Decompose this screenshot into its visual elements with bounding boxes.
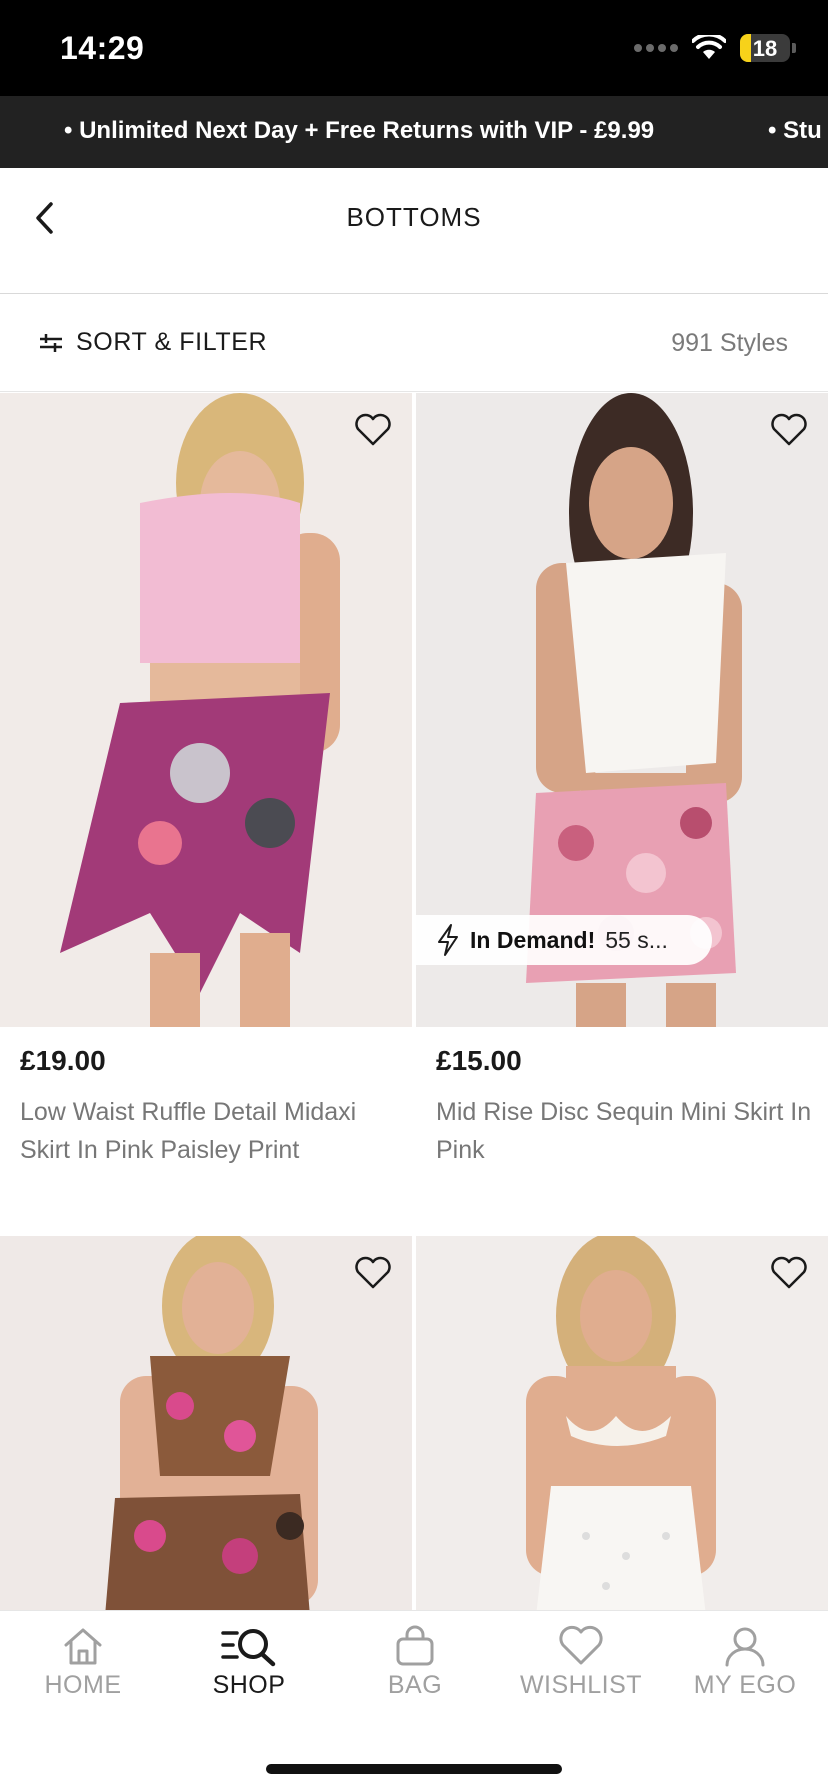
product-card[interactable] bbox=[0, 1236, 412, 1616]
product-card[interactable]: £19.00 Low Waist Ruffle Detail Midaxi Sk… bbox=[0, 393, 412, 1164]
tab-label: HOME bbox=[44, 1671, 122, 1699]
bag-icon bbox=[396, 1625, 434, 1666]
styles-count: 991 Styles bbox=[671, 329, 788, 357]
product-image[interactable] bbox=[0, 1236, 412, 1616]
tab-label: MY EGO bbox=[693, 1671, 797, 1699]
battery-icon: 18 bbox=[740, 34, 790, 62]
battery-level: 18 bbox=[752, 36, 778, 61]
home-indicator[interactable] bbox=[266, 1764, 562, 1774]
sort-filter-button[interactable]: SORT & FILTER bbox=[38, 328, 267, 357]
product-photo bbox=[0, 1236, 412, 1616]
lightning-icon bbox=[438, 924, 458, 956]
promo-message: • Unlimited Next Day + Free Returns with… bbox=[64, 117, 655, 144]
page-header: BOTTOMS bbox=[0, 168, 828, 294]
sliders-icon bbox=[40, 333, 62, 352]
sort-filter-bar: SORT & FILTER 991 Styles bbox=[0, 294, 828, 392]
tab-label: SHOP bbox=[212, 1671, 286, 1699]
tab-label: BAG bbox=[387, 1671, 443, 1699]
wishlist-button[interactable] bbox=[768, 409, 810, 451]
wifi-icon bbox=[692, 35, 726, 59]
product-card[interactable]: In Demand! 55 s... £15.00 Mid Rise Disc … bbox=[416, 393, 828, 1164]
product-image[interactable] bbox=[416, 1236, 828, 1616]
tab-my-ego[interactable]: MY EGO bbox=[662, 1625, 828, 1700]
search-icon bbox=[221, 1629, 276, 1667]
product-card[interactable] bbox=[416, 1236, 828, 1616]
badge-detail: 55 s... bbox=[605, 926, 668, 953]
wishlist-button[interactable] bbox=[352, 1252, 394, 1294]
product-image[interactable]: In Demand! 55 s... bbox=[416, 393, 828, 1027]
home-icon bbox=[64, 1628, 102, 1665]
tab-label: WISHLIST bbox=[519, 1671, 643, 1699]
wishlist-button[interactable] bbox=[768, 1252, 810, 1294]
product-name[interactable]: Low Waist Ruffle Detail Midaxi Skirt In … bbox=[20, 1093, 400, 1169]
wishlist-button[interactable] bbox=[352, 409, 394, 451]
status-indicators: 18 bbox=[634, 34, 796, 62]
tab-bag[interactable]: BAG bbox=[332, 1625, 498, 1700]
product-photo bbox=[0, 393, 412, 1027]
promo-banner[interactable]: • Unlimited Next Day + Free Returns with… bbox=[0, 96, 828, 168]
in-demand-badge: In Demand! 55 s... bbox=[416, 915, 712, 965]
heart-icon bbox=[559, 1625, 603, 1665]
heart-icon bbox=[355, 1256, 391, 1289]
product-image[interactable] bbox=[0, 393, 412, 1027]
product-price: £19.00 bbox=[20, 1045, 106, 1076]
tab-shop[interactable]: SHOP bbox=[166, 1625, 332, 1700]
signal-icon bbox=[634, 44, 678, 52]
page-title: BOTTOMS bbox=[346, 202, 482, 232]
status-time: 14:29 bbox=[60, 30, 145, 66]
heart-icon bbox=[355, 413, 391, 446]
tab-home[interactable]: HOME bbox=[0, 1625, 166, 1700]
heart-icon bbox=[771, 413, 807, 446]
status-bar: 14:29 18 bbox=[0, 0, 828, 96]
heart-icon bbox=[771, 1256, 807, 1289]
user-icon bbox=[725, 1627, 765, 1667]
product-price: £15.00 bbox=[436, 1045, 522, 1076]
product-name[interactable]: Mid Rise Disc Sequin Mini Skirt In Pink bbox=[436, 1093, 816, 1169]
tab-wishlist[interactable]: WISHLIST bbox=[498, 1625, 664, 1700]
badge-title: In Demand! bbox=[470, 926, 596, 953]
product-photo bbox=[416, 1236, 828, 1616]
sort-filter-label: SORT & FILTER bbox=[76, 328, 268, 356]
promo-message: • Stu bbox=[768, 117, 822, 144]
